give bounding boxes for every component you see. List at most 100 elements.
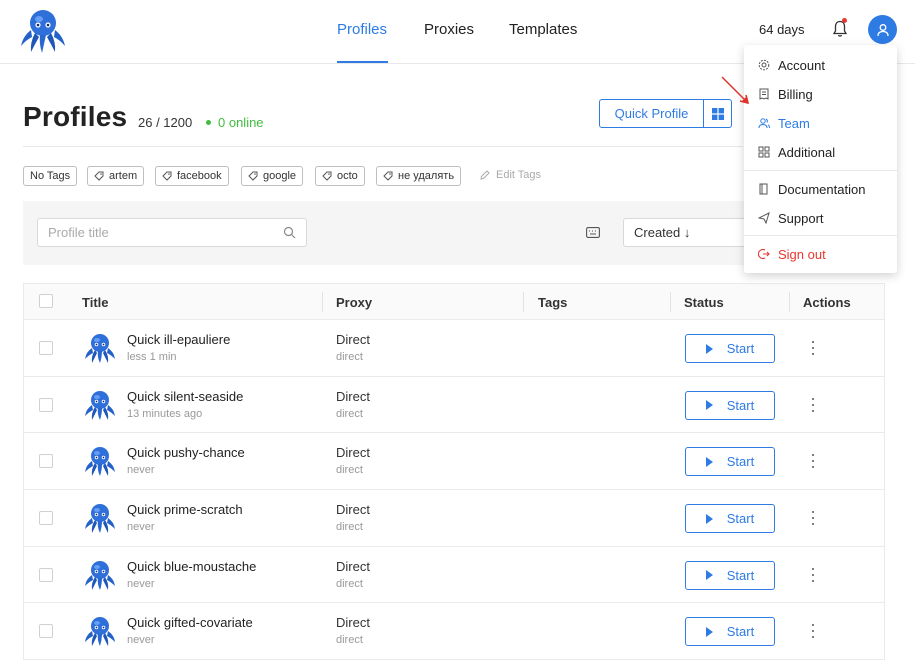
- profile-last-run: never: [127, 521, 155, 534]
- profile-proxy: Direct: [336, 502, 370, 518]
- tab-proxies[interactable]: Proxies: [424, 21, 474, 38]
- tab-profiles[interactable]: Profiles: [337, 21, 387, 38]
- profile-title[interactable]: Quick ill-epauliere: [127, 332, 230, 347]
- menu-item-documentation[interactable]: Documentation: [744, 175, 897, 203]
- start-button[interactable]: Start: [685, 617, 775, 647]
- play-icon: [705, 626, 713, 637]
- tag-label: не удалять: [398, 170, 455, 182]
- tag-label: No Tags: [30, 170, 71, 182]
- table-row[interactable]: Quick pushy-chance never Direct direct S…: [24, 433, 884, 491]
- more-actions-icon[interactable]: [811, 511, 815, 526]
- table-row[interactable]: Quick ill-epauliere less 1 min Direct di…: [24, 320, 884, 377]
- more-actions-icon[interactable]: [811, 341, 815, 355]
- more-actions-icon[interactable]: [811, 567, 815, 582]
- select-all-checkbox[interactable]: [39, 294, 53, 308]
- team-icon: [758, 118, 770, 129]
- table-row[interactable]: Quick prime-scratch never Direct direct …: [24, 490, 884, 547]
- profile-avatar-icon: [85, 560, 115, 590]
- menu-item-team[interactable]: Team: [744, 109, 897, 137]
- menu-label: Team: [778, 115, 810, 131]
- profile-proxy: Direct: [336, 388, 370, 404]
- menu-item-account[interactable]: Account: [744, 51, 897, 79]
- menu-item-sign-out[interactable]: Sign out: [744, 240, 897, 268]
- grid-icon: [758, 146, 770, 158]
- start-label: Start: [726, 511, 755, 527]
- row-checkbox[interactable]: [39, 511, 53, 526]
- more-actions-icon[interactable]: [811, 397, 815, 412]
- tag-facebook[interactable]: facebook: [155, 166, 229, 186]
- profile-title[interactable]: Quick gifted-covariate: [127, 615, 253, 630]
- tag-icon: [248, 171, 258, 181]
- book-icon: [759, 183, 768, 195]
- start-button[interactable]: Start: [685, 560, 775, 590]
- menu-item-additional[interactable]: Additional: [744, 138, 897, 166]
- column-proxy[interactable]: Proxy: [336, 295, 372, 310]
- column-title[interactable]: Title: [82, 295, 109, 310]
- table-row[interactable]: Quick gifted-covariate never Direct dire…: [24, 603, 884, 661]
- table-row[interactable]: Quick silent-seaside 13 minutes ago Dire…: [24, 376, 884, 434]
- user-avatar[interactable]: [868, 15, 897, 44]
- start-button[interactable]: Start: [685, 504, 775, 534]
- profile-avatar-icon: [85, 334, 115, 363]
- start-button[interactable]: Start: [685, 390, 775, 420]
- row-checkbox[interactable]: [39, 397, 53, 412]
- profile-last-run: less 1 min: [127, 351, 177, 363]
- play-icon: [705, 456, 713, 467]
- edit-tags-button[interactable]: Edit Tags: [480, 169, 541, 181]
- table-row[interactable]: Quick blue-moustache never Direct direct…: [24, 546, 884, 604]
- profile-title[interactable]: Quick silent-seaside: [127, 389, 243, 404]
- row-checkbox[interactable]: [39, 454, 53, 469]
- tag-icon: [162, 171, 172, 181]
- menu-label: Documentation: [778, 181, 866, 197]
- octopus-logo-icon[interactable]: [18, 6, 68, 54]
- account-dropdown-menu: Account Billing Team Additional Document…: [744, 45, 897, 273]
- menu-divider: [744, 235, 897, 236]
- start-label: Start: [726, 454, 755, 470]
- tag-no-tags[interactable]: No Tags: [23, 166, 78, 186]
- more-actions-icon[interactable]: [811, 624, 815, 639]
- menu-item-support[interactable]: Support: [744, 204, 897, 232]
- profile-proxy-type: direct: [336, 464, 363, 477]
- profiles-count: 26 / 1200: [138, 115, 193, 130]
- sort-select[interactable]: Created ↓: [623, 218, 753, 247]
- more-actions-icon[interactable]: [811, 454, 815, 469]
- notification-dot: [842, 18, 847, 23]
- start-button[interactable]: Start: [685, 447, 775, 477]
- quick-profile-button[interactable]: Quick Profile: [599, 99, 704, 128]
- profile-title[interactable]: Quick pushy-chance: [127, 445, 245, 460]
- tag-ne-udalyat[interactable]: не удалять: [376, 166, 462, 186]
- tab-templates[interactable]: Templates: [509, 21, 577, 38]
- menu-label: Support: [778, 210, 824, 226]
- row-checkbox[interactable]: [39, 341, 53, 355]
- profile-proxy: Direct: [336, 615, 370, 631]
- profile-proxy-type: direct: [336, 634, 363, 647]
- keyboard-icon[interactable]: [586, 227, 600, 238]
- profile-title[interactable]: Quick blue-moustache: [127, 559, 256, 574]
- tag-icon: [383, 171, 393, 181]
- row-checkbox[interactable]: [39, 624, 53, 639]
- row-checkbox[interactable]: [39, 567, 53, 582]
- tag-artem[interactable]: artem: [87, 166, 145, 186]
- profile-avatar-icon: [85, 617, 115, 647]
- active-tab-indicator: [337, 61, 388, 63]
- column-separator: [670, 292, 671, 312]
- online-status-dot: [206, 120, 211, 125]
- column-separator: [523, 292, 524, 312]
- menu-label: Billing: [778, 86, 813, 102]
- start-label: Start: [726, 567, 755, 583]
- column-tags[interactable]: Tags: [538, 295, 567, 310]
- tag-google[interactable]: google: [241, 166, 304, 186]
- receipt-icon: [759, 88, 769, 100]
- search-input[interactable]: [38, 219, 268, 246]
- tag-octo[interactable]: octo: [315, 166, 365, 186]
- menu-item-billing[interactable]: Billing: [744, 80, 897, 108]
- column-status[interactable]: Status: [684, 295, 724, 310]
- page-title: Profiles: [23, 101, 128, 132]
- tag-label: google: [263, 170, 297, 182]
- search-icon[interactable]: [283, 226, 296, 239]
- profile-avatar-icon: [85, 447, 115, 477]
- start-button[interactable]: Start: [685, 334, 775, 363]
- profile-title[interactable]: Quick prime-scratch: [127, 502, 243, 517]
- menu-label: Account: [778, 57, 825, 73]
- pencil-icon: [480, 170, 490, 180]
